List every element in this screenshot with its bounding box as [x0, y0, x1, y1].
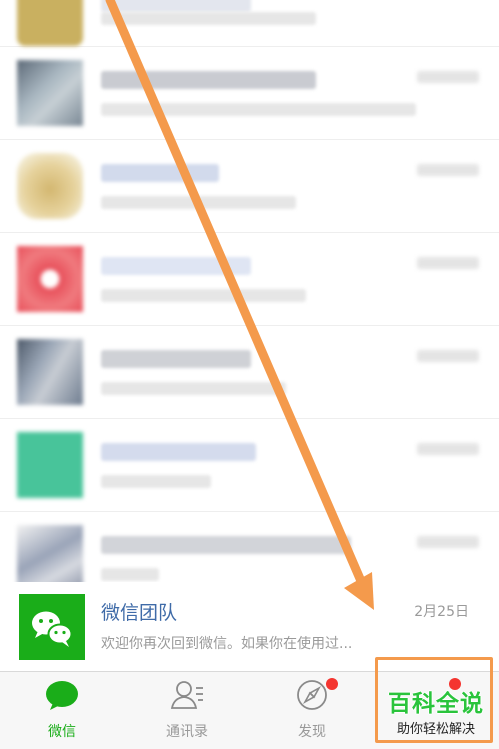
wechat-team-avatar	[19, 594, 85, 660]
chat-avatar	[17, 153, 83, 219]
chat-title-blurred	[101, 164, 219, 182]
chat-title-blurred	[101, 536, 351, 554]
chat-title-blurred	[101, 71, 316, 89]
tab-label: 通讯录	[166, 724, 208, 740]
chat-time-blurred	[417, 536, 479, 548]
compass-icon	[297, 680, 327, 710]
chat-avatar	[17, 0, 83, 46]
chat-row[interactable]	[0, 0, 499, 47]
chat-time-blurred	[417, 257, 479, 269]
tab-label: 发现	[298, 724, 326, 740]
tab-contacts[interactable]: 通讯录	[125, 672, 249, 749]
chat-title-blurred	[101, 350, 251, 368]
chat-title-blurred	[101, 257, 251, 275]
chat-preview-blurred	[101, 568, 159, 581]
chat-bubble-icon	[46, 681, 78, 710]
chat-preview-blurred	[101, 382, 286, 395]
chat-time-blurred	[417, 164, 479, 176]
chat-preview-blurred	[101, 196, 296, 209]
chat-title-blurred	[101, 0, 251, 12]
chat-row[interactable]	[0, 233, 499, 326]
chat-preview: 欢迎你再次回到微信。如果你在使用过...	[101, 636, 353, 652]
contacts-icon	[170, 681, 203, 709]
chat-time-blurred	[417, 443, 479, 455]
chat-time-blurred	[417, 350, 479, 362]
chat-title-blurred	[101, 443, 256, 461]
chat-list	[0, 0, 499, 605]
chat-preview-blurred	[101, 12, 316, 25]
chat-time-blurred	[417, 71, 479, 83]
chat-preview-blurred	[101, 475, 211, 488]
chat-row[interactable]	[0, 47, 499, 140]
tab-discover[interactable]: 发现	[250, 672, 374, 749]
chat-row[interactable]	[0, 419, 499, 512]
chat-preview-blurred	[101, 103, 416, 116]
chat-row[interactable]	[0, 140, 499, 233]
chat-preview-blurred	[101, 289, 306, 302]
wechat-chat-bubbles-icon	[32, 611, 73, 647]
chat-avatar	[17, 246, 83, 312]
chat-avatar	[17, 432, 83, 498]
chat-avatar	[17, 60, 83, 126]
chat-row[interactable]	[0, 326, 499, 419]
chat-title: 微信团队	[101, 602, 178, 624]
tab-chats[interactable]: 微信	[0, 672, 124, 749]
discover-badge-dot	[326, 678, 338, 690]
watermark-logo: 百科全说	[388, 691, 484, 717]
watermark-slogan: 助你轻松解决	[396, 722, 475, 737]
tab-label: 微信	[48, 724, 76, 740]
chat-time: 2月25日	[414, 604, 469, 620]
chat-avatar	[17, 339, 83, 405]
